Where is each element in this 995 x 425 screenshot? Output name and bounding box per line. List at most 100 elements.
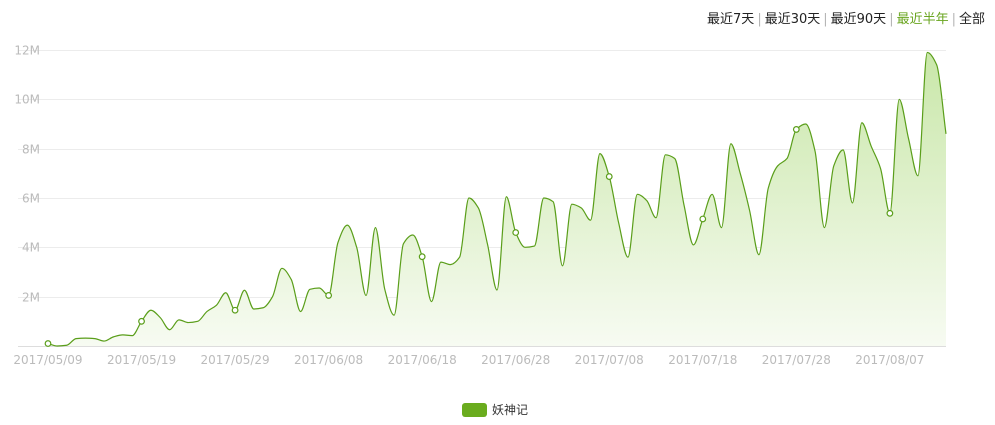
data-point[interactable] xyxy=(756,252,761,257)
data-point[interactable] xyxy=(111,334,116,339)
data-point[interactable] xyxy=(261,305,266,310)
data-point[interactable] xyxy=(738,171,743,176)
data-point[interactable] xyxy=(392,313,397,318)
data-point[interactable] xyxy=(186,320,191,325)
data-point[interactable] xyxy=(251,307,256,312)
data-point[interactable] xyxy=(167,327,172,332)
data-point[interactable] xyxy=(915,173,920,178)
data-point[interactable] xyxy=(523,245,528,250)
data-point[interactable] xyxy=(317,286,322,291)
data-point-marker[interactable] xyxy=(325,292,333,299)
data-point[interactable] xyxy=(373,225,378,230)
data-point[interactable] xyxy=(654,215,659,220)
data-point[interactable] xyxy=(83,336,88,341)
data-point[interactable] xyxy=(448,262,453,267)
data-point[interactable] xyxy=(195,319,200,324)
data-point[interactable] xyxy=(616,220,621,225)
data-point[interactable] xyxy=(307,287,312,292)
data-point[interactable] xyxy=(148,308,153,313)
data-point[interactable] xyxy=(691,242,696,247)
data-point[interactable] xyxy=(934,62,939,67)
data-point[interactable] xyxy=(223,290,228,295)
data-point[interactable] xyxy=(364,293,369,298)
data-point[interactable] xyxy=(438,260,443,265)
data-point[interactable] xyxy=(120,332,125,337)
data-point[interactable] xyxy=(335,240,340,245)
data-point[interactable] xyxy=(625,255,630,260)
data-point[interactable] xyxy=(55,344,60,349)
data-point[interactable] xyxy=(588,218,593,223)
data-point-marker[interactable] xyxy=(699,215,707,223)
data-point[interactable] xyxy=(92,336,97,341)
data-point[interactable] xyxy=(560,263,565,268)
data-point[interactable] xyxy=(279,266,284,271)
data-point[interactable] xyxy=(495,288,500,293)
data-point[interactable] xyxy=(504,194,509,199)
data-point[interactable] xyxy=(728,141,733,146)
data-point[interactable] xyxy=(644,198,649,203)
data-point[interactable] xyxy=(841,147,846,152)
data-point[interactable] xyxy=(214,303,219,308)
data-point[interactable] xyxy=(672,156,677,161)
data-point[interactable] xyxy=(784,156,789,161)
data-point[interactable] xyxy=(635,192,640,197)
data-point[interactable] xyxy=(925,50,930,55)
data-point[interactable] xyxy=(270,294,275,299)
data-point[interactable] xyxy=(410,233,415,238)
data-point[interactable] xyxy=(382,287,387,292)
data-point[interactable] xyxy=(457,255,462,260)
data-point-marker[interactable] xyxy=(418,253,426,261)
data-point[interactable] xyxy=(205,309,210,314)
data-point-marker[interactable] xyxy=(886,209,894,217)
data-point[interactable] xyxy=(532,244,537,249)
x-tick-label: 2017/08/07 xyxy=(855,353,924,367)
data-point[interactable] xyxy=(551,199,556,204)
data-point-marker[interactable] xyxy=(231,306,239,314)
data-point-marker[interactable] xyxy=(792,126,800,133)
data-point[interactable] xyxy=(130,333,135,338)
data-point[interactable] xyxy=(541,196,546,201)
data-point[interactable] xyxy=(569,202,574,207)
data-point[interactable] xyxy=(242,288,247,293)
data-point[interactable] xyxy=(869,144,874,149)
legend[interactable]: 妖神记 xyxy=(462,401,528,418)
data-point-marker[interactable] xyxy=(605,173,613,180)
data-point[interactable] xyxy=(831,163,836,168)
data-point[interactable] xyxy=(878,166,883,171)
data-point[interactable] xyxy=(747,208,752,213)
data-point[interactable] xyxy=(897,97,902,102)
data-point[interactable] xyxy=(944,131,949,136)
data-point[interactable] xyxy=(354,245,359,250)
y-tick-label: 6M xyxy=(22,192,40,206)
data-point[interactable] xyxy=(597,151,602,156)
data-point[interactable] xyxy=(485,242,490,247)
data-point[interactable] xyxy=(822,225,827,230)
data-point[interactable] xyxy=(64,343,69,348)
data-point[interactable] xyxy=(74,336,79,341)
data-point[interactable] xyxy=(813,149,818,154)
data-point[interactable] xyxy=(429,299,434,304)
data-point[interactable] xyxy=(401,241,406,246)
data-point[interactable] xyxy=(579,205,584,210)
data-point[interactable] xyxy=(682,203,687,208)
data-point[interactable] xyxy=(710,192,715,197)
data-point[interactable] xyxy=(775,163,780,168)
data-point[interactable] xyxy=(476,205,481,210)
data-point[interactable] xyxy=(289,277,294,282)
data-point-marker[interactable] xyxy=(138,317,145,325)
data-point[interactable] xyxy=(766,186,771,191)
data-point[interactable] xyxy=(663,152,668,157)
data-point[interactable] xyxy=(345,223,350,228)
data-point[interactable] xyxy=(859,120,864,125)
data-point[interactable] xyxy=(803,122,808,127)
data-point[interactable] xyxy=(102,339,107,344)
data-point-marker[interactable] xyxy=(44,340,52,347)
data-point[interactable] xyxy=(719,225,724,230)
data-point[interactable] xyxy=(850,200,855,205)
data-point[interactable] xyxy=(176,317,181,322)
data-point[interactable] xyxy=(298,309,303,314)
data-point[interactable] xyxy=(158,315,163,320)
data-point[interactable] xyxy=(466,196,471,201)
data-point[interactable] xyxy=(906,136,911,141)
data-point-marker[interactable] xyxy=(512,229,520,236)
